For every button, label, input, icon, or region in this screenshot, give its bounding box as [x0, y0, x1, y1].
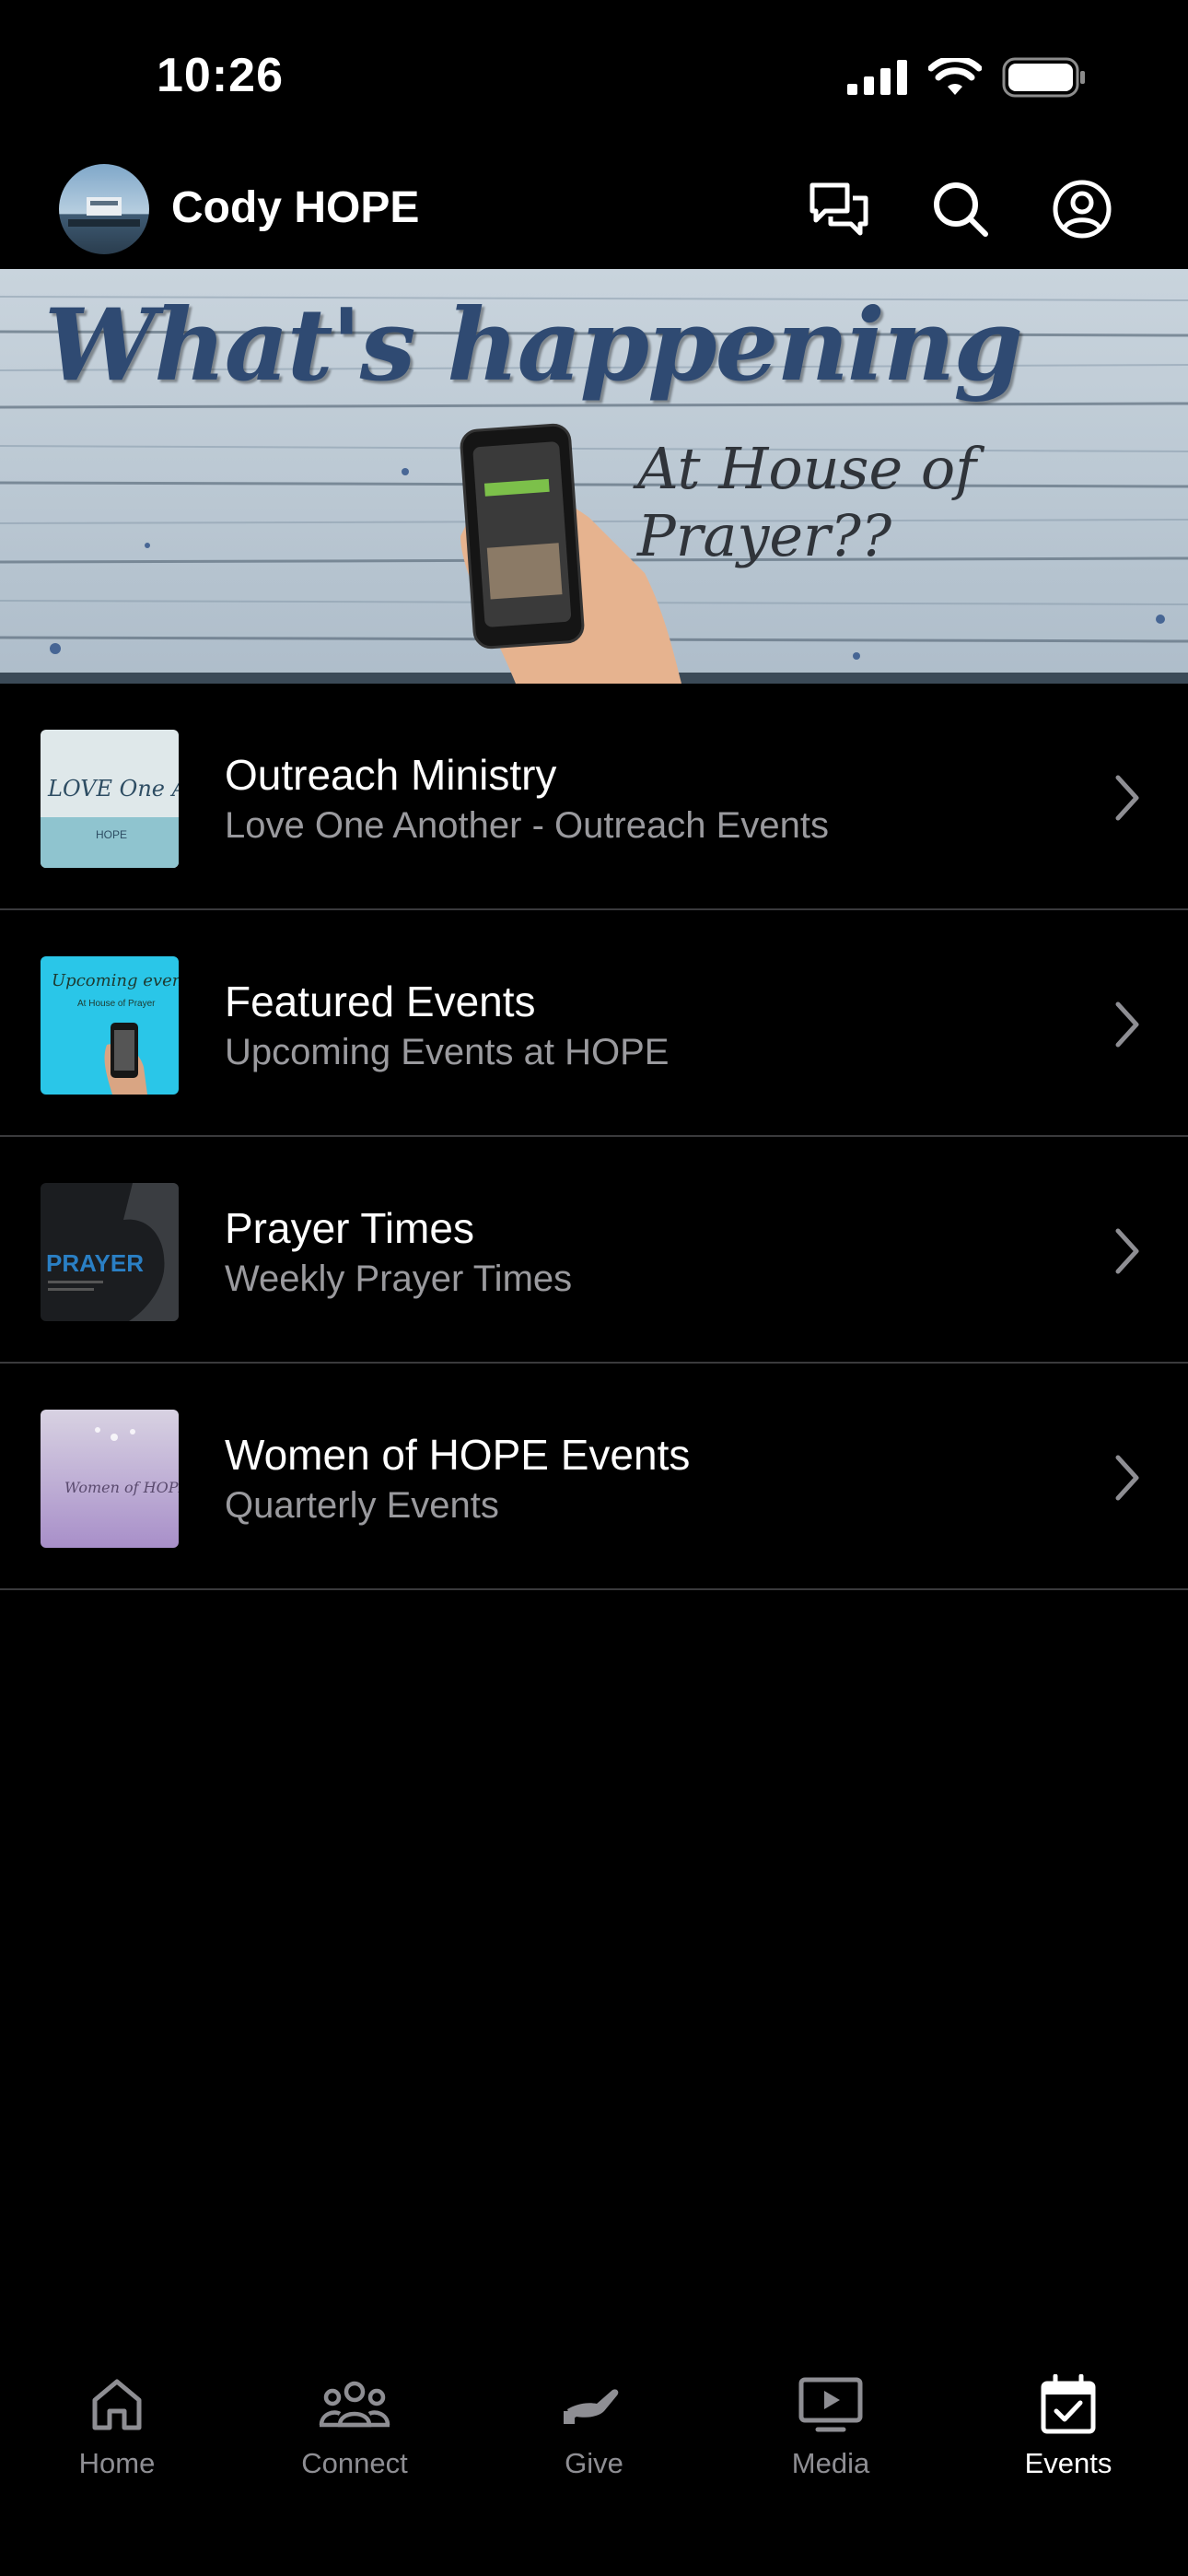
banner-subtitle: At House of Prayer?? — [637, 435, 977, 569]
events-banner: What's happening At House of Prayer?? — [0, 269, 1188, 684]
thumb-text: Women of HOPE — [64, 1479, 179, 1496]
row-subtitle: Upcoming Events at HOPE — [225, 1032, 670, 1072]
thumb-text: Upcoming events — [52, 971, 179, 990]
chevron-right-icon — [1115, 1001, 1139, 1048]
chevron-right-icon — [1115, 1455, 1139, 1501]
cellular-signal-icon — [847, 60, 907, 95]
calendar-check-icon — [1041, 2374, 1096, 2434]
row-subtitle: Love One Another - Outreach Events — [225, 805, 829, 846]
svg-text:HOPE: HOPE — [96, 828, 127, 841]
love-one-another-thumbnail: LOVE One Another HOPE — [41, 730, 179, 868]
svg-text:At House of Prayer: At House of Prayer — [77, 999, 156, 1009]
status-bar: 10:26 — [0, 0, 1188, 157]
status-time: 10:26 — [157, 49, 284, 102]
wifi-icon — [928, 58, 982, 95]
women-of-hope-thumbnail: Women of HOPE — [41, 1410, 179, 1548]
give-icon — [564, 2389, 619, 2424]
thumb-text: PRAYER — [46, 1249, 144, 1277]
tab-home[interactable]: Home — [25, 2368, 209, 2497]
chat-icon[interactable] — [807, 177, 871, 241]
row-title: Featured Events — [225, 978, 536, 1025]
media-icon — [798, 2377, 863, 2432]
tab-bar: Home Connect Give Media Events — [0, 2340, 1188, 2576]
list-item-prayer-times[interactable]: PRAYER Prayer Times Weekly Prayer Times — [0, 1137, 1188, 1364]
row-subtitle: Weekly Prayer Times — [225, 1259, 573, 1299]
tab-label: Home — [78, 2447, 156, 2479]
row-title: Prayer Times — [225, 1204, 474, 1252]
tab-label: Give — [565, 2447, 623, 2479]
tab-label: Media — [791, 2447, 870, 2479]
tab-label: Connect — [301, 2447, 408, 2479]
list-item-featured-events[interactable]: Upcoming events At House of Prayer Featu… — [0, 910, 1188, 1137]
chevron-right-icon — [1115, 775, 1139, 821]
row-subtitle: Quarterly Events — [225, 1485, 499, 1526]
avatar[interactable] — [59, 164, 149, 254]
tab-label: Events — [1024, 2447, 1112, 2479]
search-icon[interactable] — [928, 177, 993, 241]
upcoming-events-thumbnail: Upcoming events At House of Prayer — [41, 956, 179, 1095]
thumb-text: LOVE One Another — [47, 776, 179, 802]
home-icon — [92, 2379, 142, 2430]
battery-icon — [1002, 57, 1085, 98]
app-header: Cody HOPE — [0, 157, 1188, 269]
row-title: Outreach Ministry — [225, 751, 557, 799]
tab-connect[interactable]: Connect — [262, 2368, 447, 2497]
row-title: Women of HOPE Events — [225, 1431, 691, 1479]
tab-media[interactable]: Media — [739, 2368, 923, 2497]
prayer-thumbnail: PRAYER — [41, 1183, 179, 1321]
banner-title: What's happening — [44, 287, 1023, 404]
profile-icon[interactable] — [1050, 177, 1114, 241]
event-list: LOVE One Another HOPE Outreach Ministry … — [0, 684, 1188, 1590]
list-item-outreach-ministry[interactable]: LOVE One Another HOPE Outreach Ministry … — [0, 684, 1188, 910]
list-item-women-of-hope[interactable]: Women of HOPE Women of HOPE Events Quart… — [0, 1364, 1188, 1590]
app-title: Cody HOPE — [171, 183, 420, 232]
people-icon — [319, 2381, 390, 2428]
tab-events[interactable]: Events — [976, 2368, 1160, 2497]
chevron-right-icon — [1115, 1228, 1139, 1274]
tab-give[interactable]: Give — [502, 2368, 686, 2497]
status-icons — [847, 57, 1087, 98]
